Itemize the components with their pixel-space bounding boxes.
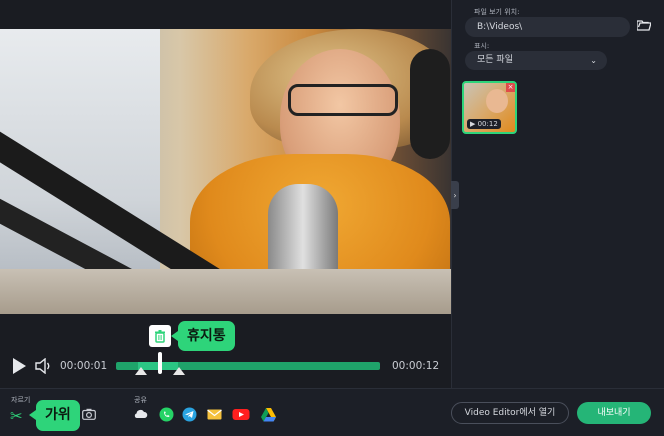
trash-tooltip: 휴지통 (171, 321, 235, 351)
camera-icon[interactable] (82, 408, 96, 420)
video-subject-glasses (288, 84, 398, 116)
view-filter-select[interactable]: 모든 파일 ⌄ (465, 51, 607, 70)
chevron-down-icon: ⌄ (590, 56, 597, 65)
video-desk (0, 269, 451, 314)
cut-section-label: 자르기 (11, 396, 31, 404)
folder-icon[interactable] (637, 19, 651, 31)
open-in-editor-button[interactable]: Video Editor에서 열기 (451, 402, 569, 424)
media-thumbnail[interactable]: × ▶ 00:12 (462, 81, 517, 134)
video-headphone (410, 49, 450, 159)
remove-icon[interactable]: × (506, 83, 515, 92)
chevron-right-icon: › (453, 190, 457, 200)
trim-handle-start[interactable] (135, 367, 147, 375)
trim-handle-end[interactable] (173, 367, 185, 375)
volume-icon[interactable] (35, 358, 53, 374)
view-label: 표시: (474, 42, 490, 50)
play-icon[interactable] (12, 358, 26, 374)
video-player: 휴지통 00:00:01 00:00:12 (0, 0, 451, 388)
playhead[interactable] (158, 352, 162, 374)
view-filter-value: 모든 파일 (477, 55, 513, 65)
trash-button[interactable] (149, 325, 171, 347)
timeline-track[interactable] (116, 362, 380, 370)
panel-collapse-button[interactable]: › (451, 181, 459, 209)
telegram-icon[interactable] (182, 407, 197, 422)
total-time: 00:00:12 (392, 360, 440, 372)
google-drive-icon[interactable] (261, 407, 276, 422)
youtube-icon[interactable] (232, 407, 250, 422)
trash-icon (155, 329, 165, 343)
playback-controls: 00:00:01 00:00:12 (0, 350, 451, 386)
app-window: 휴지통 00:00:01 00:00:12 › 파일 보기 위치: B:\Vid… (0, 0, 664, 436)
video-preview[interactable] (0, 29, 451, 314)
cloud-icon[interactable] (133, 407, 148, 422)
mail-icon[interactable] (207, 407, 222, 422)
share-section-label: 공유 (134, 396, 147, 404)
scissors-button[interactable]: ✂ (10, 407, 28, 425)
scissors-icon: ✂ (10, 407, 23, 425)
location-label: 파일 보기 위치: (474, 8, 520, 16)
path-input[interactable]: B:\Videos\ (465, 17, 630, 37)
whatsapp-icon[interactable] (159, 407, 174, 422)
export-button[interactable]: 내보내기 (577, 402, 651, 424)
thumbnail-face (486, 89, 508, 113)
current-time: 00:00:01 (60, 360, 108, 372)
scissors-tooltip: 가위 (29, 400, 80, 431)
thumbnail-duration: ▶ 00:12 (467, 119, 501, 129)
